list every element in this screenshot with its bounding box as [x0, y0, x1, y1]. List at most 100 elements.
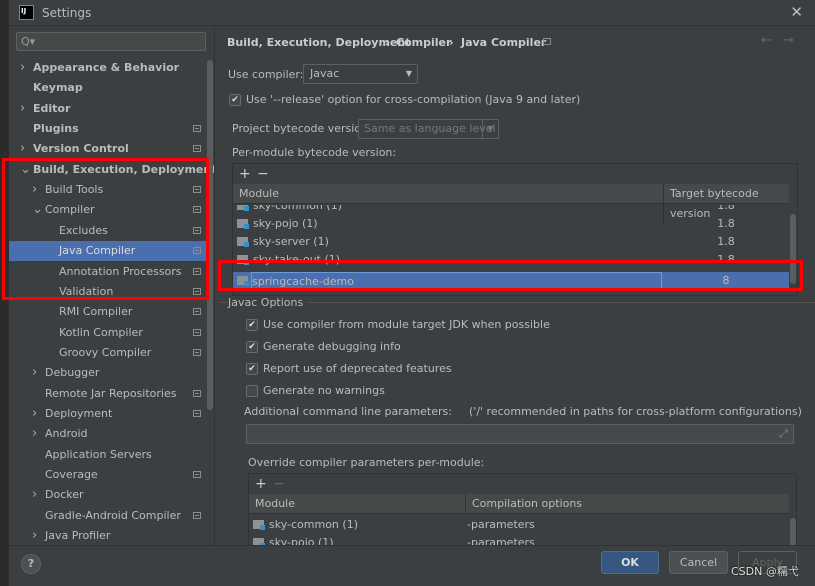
sidebar-item[interactable]: › Appearance & Behavior [9, 58, 207, 78]
sidebar-item[interactable]: Annotation Processors [9, 262, 207, 282]
sidebar-item-label: Remote Jar Repositories [45, 386, 177, 400]
add-module-button[interactable]: + [239, 166, 251, 182]
table-row[interactable]: springcache-demo 8 [233, 272, 789, 290]
cancel-button[interactable]: Cancel [669, 551, 728, 574]
project-scope-icon [193, 511, 201, 519]
sidebar-item[interactable]: Java Compiler [9, 241, 207, 262]
project-scope-icon [193, 409, 201, 417]
sidebar-item[interactable]: Groovy Compiler [9, 343, 207, 363]
sidebar-item-label: Android [45, 427, 88, 441]
module-folder-icon [237, 255, 249, 265]
table-row[interactable]: sky-common (1) -parameters [249, 516, 789, 534]
compilation-options[interactable]: -parameters [467, 534, 535, 545]
column-compilation-options[interactable]: Compilation options [465, 494, 789, 514]
breadcrumb-item[interactable]: Build, Execution, Deployment [227, 36, 410, 49]
chevron-right-icon[interactable]: › [32, 526, 37, 545]
javac-option-checkbox[interactable]: ✔ [246, 341, 258, 353]
javac-option-checkbox[interactable]: ✔ [246, 319, 258, 331]
chevron-right-icon[interactable]: › [32, 424, 37, 444]
javac-option-label: Use compiler from module target JDK when… [263, 318, 550, 331]
sidebar-item-label: Docker [45, 488, 84, 502]
sidebar-item[interactable]: › Java Profiler [9, 526, 207, 545]
sidebar-item[interactable]: Keymap [9, 78, 207, 98]
sidebar-item[interactable]: Gradle-Android Compiler [9, 506, 207, 526]
sidebar-item-label: Validation [59, 284, 114, 298]
chevron-right-icon[interactable]: › [32, 180, 37, 200]
sidebar-item[interactable]: Validation [9, 282, 207, 302]
column-module[interactable]: Module [239, 184, 279, 204]
sidebar-item[interactable]: Kotlin Compiler [9, 323, 207, 343]
chevron-down-icon[interactable]: ⌄ [32, 200, 43, 220]
expand-icon[interactable]: ⤢ [779, 427, 788, 441]
project-scope-icon [193, 308, 201, 316]
sidebar-item[interactable]: Remote Jar Repositories [9, 384, 207, 404]
help-button[interactable]: ? [21, 554, 41, 574]
sidebar-item-label: Groovy Compiler [59, 345, 152, 359]
sidebar-item[interactable]: › Build Tools [9, 180, 207, 200]
ok-button[interactable]: OK [601, 551, 659, 574]
javac-option-label: Report use of deprecated features [263, 362, 452, 375]
chevron-right-icon[interactable]: › [20, 58, 25, 78]
sidebar-item-label: Editor [33, 101, 71, 115]
project-bytecode-select[interactable]: Same as language level ▼ [358, 119, 499, 139]
release-option-checkbox[interactable]: ✔ [229, 94, 241, 106]
target-version[interactable]: 8 [663, 272, 789, 290]
chevron-down-icon[interactable]: ⌄ [20, 160, 31, 180]
sidebar-scrollbar[interactable] [207, 60, 213, 410]
project-scope-icon [193, 247, 201, 255]
chevron-right-icon[interactable]: › [20, 99, 25, 119]
table-row[interactable]: sky-pojo (1) 1.8 [233, 215, 789, 233]
sidebar-item[interactable]: ⌄ Build, Execution, Deployment [9, 160, 214, 180]
add-override-button[interactable]: + [255, 476, 267, 492]
table-row[interactable]: sky-common (1) 1.8 [233, 205, 789, 215]
intellij-logo: IJ [19, 5, 34, 20]
target-version[interactable]: 1.8 [663, 215, 789, 233]
javac-option-checkbox[interactable] [246, 385, 258, 397]
sidebar-item[interactable]: ⌄ Compiler [9, 200, 207, 220]
project-scope-icon [193, 287, 201, 295]
sidebar-item[interactable]: Excludes [9, 221, 207, 241]
remove-module-button[interactable]: − [257, 166, 269, 182]
javac-option-checkbox[interactable]: ✔ [246, 363, 258, 375]
back-arrow-icon[interactable]: ← [761, 33, 772, 48]
compilation-options[interactable]: -parameters [467, 516, 535, 534]
sidebar-item[interactable]: › Editor [9, 99, 207, 119]
table-row[interactable]: sky-pojo (1) -parameters [249, 534, 789, 545]
table-row[interactable]: sky-take-out (1) 1.8 [233, 251, 789, 269]
per-module-scrollbar[interactable] [790, 214, 796, 284]
forward-arrow-icon[interactable]: → [783, 33, 794, 48]
close-icon[interactable]: ✕ [790, 3, 803, 21]
sidebar-item[interactable]: Plugins [9, 119, 207, 139]
target-version[interactable]: 1.8 [663, 233, 789, 251]
watermark: CSDN @糯弋 [731, 565, 799, 578]
search-input[interactable]: Q▾ [16, 32, 206, 51]
sidebar-item[interactable]: › Deployment [9, 404, 207, 424]
sidebar-item[interactable]: Application Servers [9, 445, 207, 465]
sidebar-item-label: Debugger [45, 366, 100, 380]
target-version[interactable]: 1.8 [663, 251, 789, 269]
compiler-select[interactable]: Javac ▼ [303, 64, 418, 84]
breadcrumb-item[interactable]: Compiler [396, 36, 451, 49]
target-version[interactable]: 1.8 [663, 205, 789, 215]
sidebar-item[interactable]: › Docker [9, 485, 207, 505]
override-scrollbar[interactable] [790, 518, 796, 546]
java-compiler-panel: Build, Execution, Deployment › Compiler … [214, 27, 815, 546]
chevron-right-icon[interactable]: › [20, 139, 25, 159]
sidebar-item-label: Annotation Processors [59, 264, 182, 278]
chevron-right-icon[interactable]: › [32, 404, 37, 424]
sidebar-item-label: Kotlin Compiler [59, 325, 143, 339]
settings-sidebar: Q▾ › Appearance & Behavior Keymap › Editor Pl… [9, 27, 214, 545]
sidebar-item[interactable]: › Version Control [9, 139, 207, 159]
chevron-right-icon[interactable]: › [32, 485, 37, 505]
sidebar-item[interactable]: › Debugger [9, 363, 207, 383]
sidebar-item[interactable]: › Android [9, 424, 207, 444]
chevron-right-icon[interactable]: › [32, 363, 37, 383]
table-row[interactable]: sky-server (1) 1.8 [233, 233, 789, 251]
sidebar-item-label: Build, Execution, Deployment [33, 162, 214, 176]
column-module[interactable]: Module [255, 494, 295, 514]
sidebar-item[interactable]: Coverage [9, 465, 207, 485]
sidebar-item-label: Compiler [45, 203, 95, 217]
additional-params-input[interactable] [246, 424, 794, 444]
remove-override-button[interactable]: − [273, 476, 285, 492]
sidebar-item[interactable]: RMI Compiler [9, 302, 207, 322]
